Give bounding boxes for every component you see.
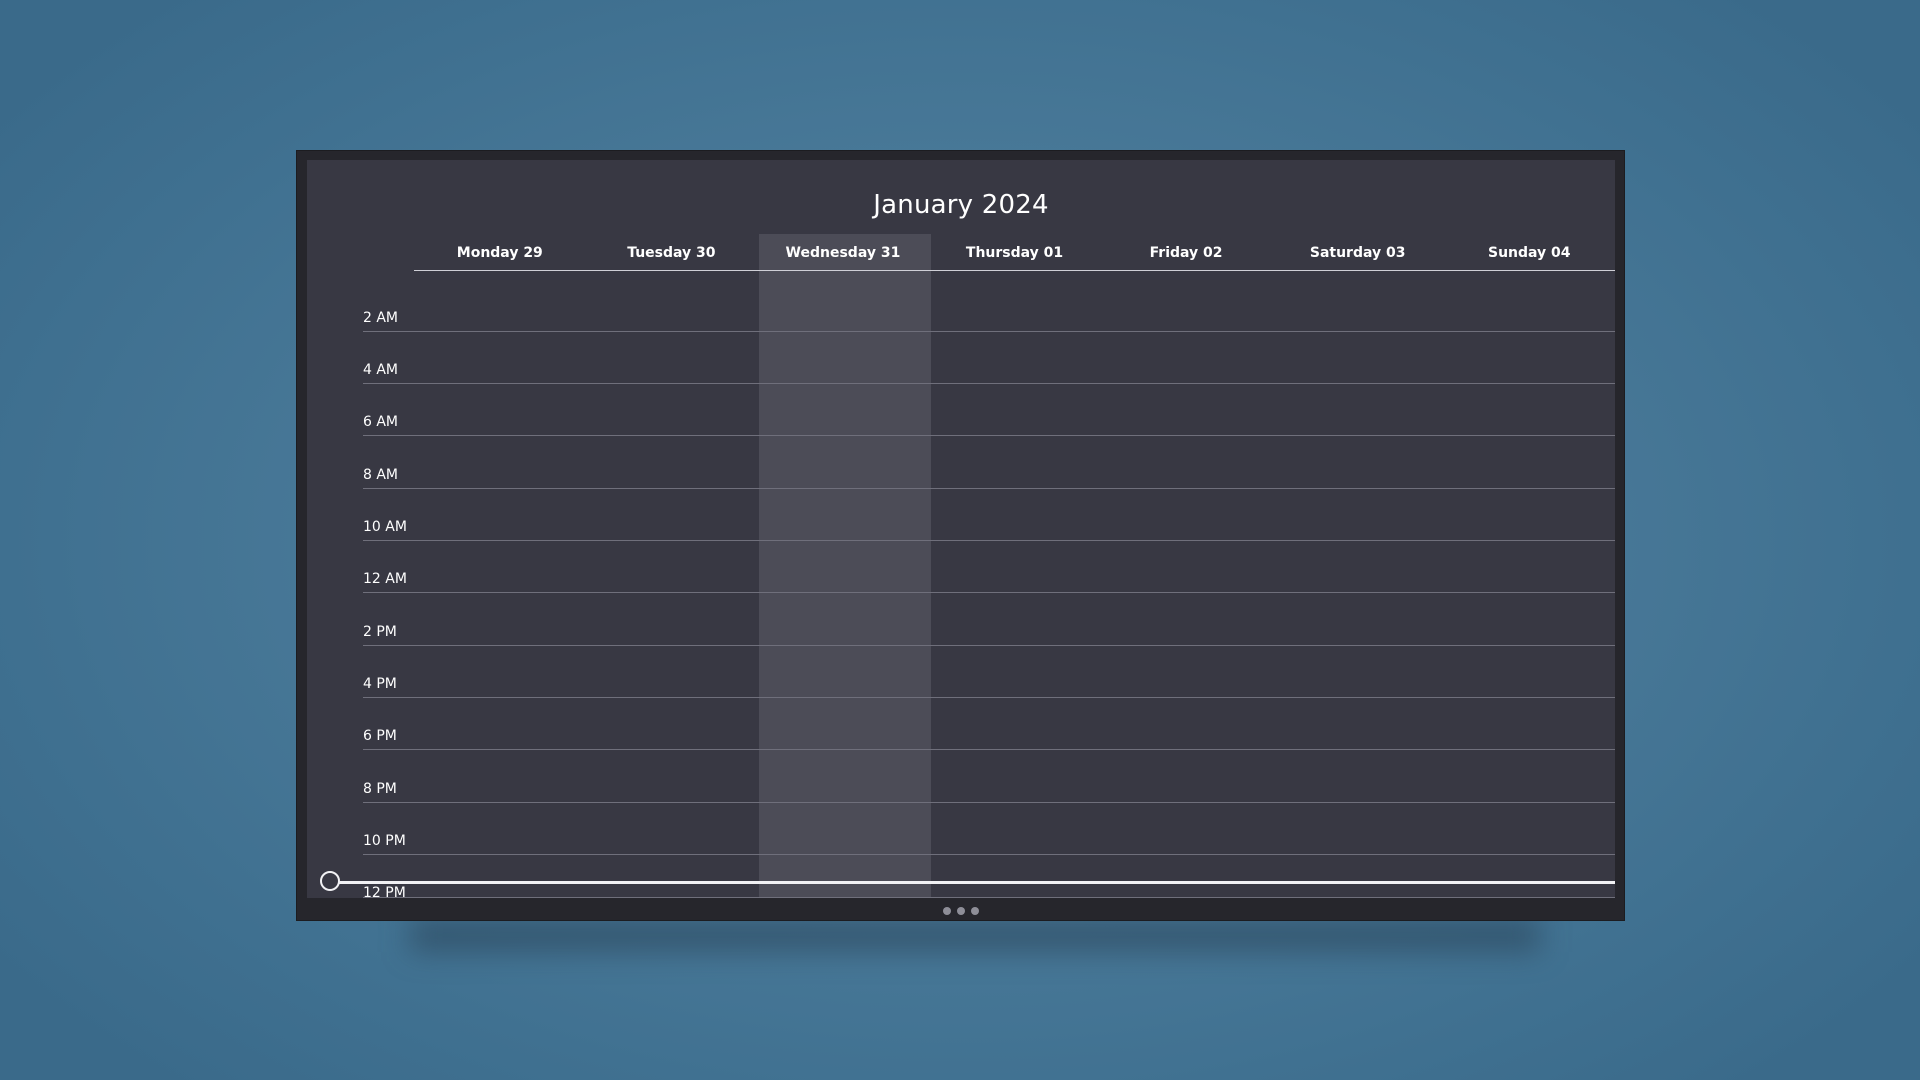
day-header-wednesday[interactable]: Wednesday 31 <box>757 234 929 271</box>
hour-gridline <box>363 435 1615 436</box>
hour-gridline <box>363 802 1615 803</box>
day-header-tuesday[interactable]: Tuesday 30 <box>586 234 758 271</box>
page-dot[interactable] <box>957 907 965 915</box>
today-column-highlight <box>759 234 931 898</box>
hour-label: 4 PM <box>363 676 397 692</box>
hour-gridline <box>363 897 1615 898</box>
hour-gridline <box>363 540 1615 541</box>
day-header-friday[interactable]: Friday 02 <box>1100 234 1272 271</box>
hour-gridline <box>363 383 1615 384</box>
hour-label: 2 PM <box>363 624 397 640</box>
page-indicator[interactable] <box>943 907 979 915</box>
tv-frame: January 2024 Monday 29 Tuesday 30 Wednes… <box>296 150 1625 921</box>
current-time-indicator[interactable] <box>320 871 340 891</box>
hour-gridline <box>363 645 1615 646</box>
day-header-saturday[interactable]: Saturday 03 <box>1272 234 1444 271</box>
calendar-screen: January 2024 Monday 29 Tuesday 30 Wednes… <box>307 160 1615 898</box>
hour-label: 6 AM <box>363 414 399 430</box>
hour-gridline <box>363 331 1615 332</box>
day-header-thursday[interactable]: Thursday 01 <box>929 234 1101 271</box>
month-title: January 2024 <box>873 190 1049 220</box>
hour-label: 8 AM <box>363 467 399 483</box>
hour-gridline <box>363 854 1615 855</box>
day-header-divider <box>414 270 1615 271</box>
current-time-line <box>337 881 1615 884</box>
hour-gridline <box>363 697 1615 698</box>
page-dot[interactable] <box>943 907 951 915</box>
day-header-sunday[interactable]: Sunday 04 <box>1443 234 1615 271</box>
hour-label: 12 AM <box>363 571 407 587</box>
hour-gridline <box>363 488 1615 489</box>
hour-label: 10 PM <box>363 833 406 849</box>
page-dot[interactable] <box>971 907 979 915</box>
day-header-row: Monday 29 Tuesday 30 Wednesday 31 Thursd… <box>414 234 1615 271</box>
hour-gridline <box>363 749 1615 750</box>
hour-label: 8 PM <box>363 781 397 797</box>
day-header-monday[interactable]: Monday 29 <box>414 234 586 271</box>
hour-label: 2 AM <box>363 310 399 326</box>
tv-shadow <box>410 918 1540 952</box>
hour-label: 4 AM <box>363 362 399 378</box>
hour-gridline <box>363 592 1615 593</box>
hour-label: 6 PM <box>363 728 397 744</box>
hour-label: 10 AM <box>363 519 407 535</box>
